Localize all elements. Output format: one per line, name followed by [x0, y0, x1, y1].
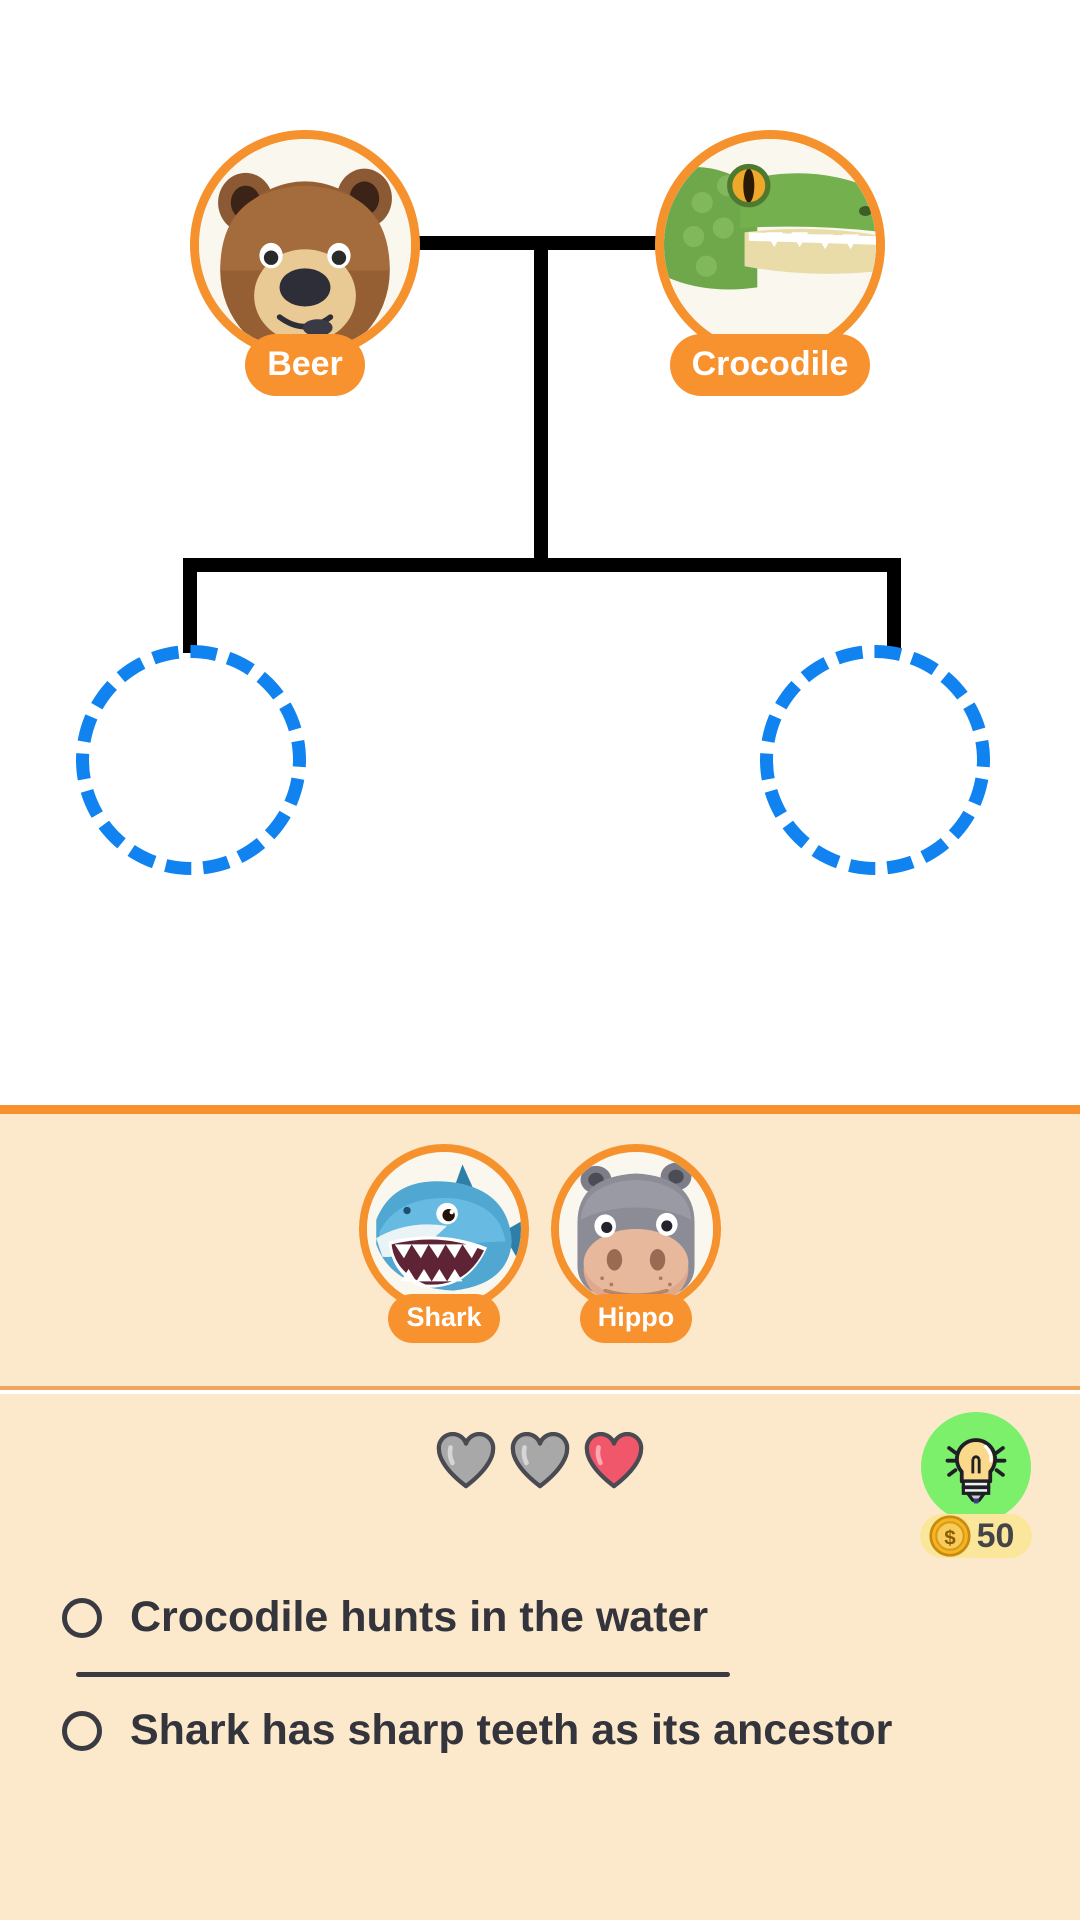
- empty-slot-left[interactable]: [76, 645, 306, 875]
- tree-node-parent-2[interactable]: Crocodile: [655, 130, 885, 396]
- svg-text:$: $: [944, 1526, 956, 1549]
- quiz-options: Crocodile hunts in the water Shark has s…: [0, 1564, 1080, 1785]
- heart-icon-empty: [436, 1432, 496, 1489]
- tree-node-label: Beer: [245, 334, 365, 396]
- quiz-option-label: Crocodile hunts in the water: [130, 1593, 709, 1642]
- radio-icon[interactable]: [62, 1598, 102, 1638]
- tree-node-parent-1[interactable]: Beer: [190, 130, 420, 396]
- tree-connector-lines: [183, 236, 901, 653]
- hint-cost-value: 50: [976, 1517, 1015, 1555]
- radio-icon[interactable]: [62, 1711, 102, 1751]
- bear-avatar: [190, 130, 420, 360]
- empty-slot-right[interactable]: [760, 645, 990, 875]
- coin-icon: $: [928, 1515, 971, 1557]
- shark-avatar: [359, 1144, 529, 1314]
- lightbulb-icon: [945, 1438, 1007, 1504]
- quiz-option-label: Shark has sharp teeth as its ancestor: [130, 1706, 893, 1755]
- heart-icon-full: [584, 1432, 644, 1489]
- status-row: $ 50: [0, 1394, 1080, 1564]
- tree-node-label: Crocodile: [669, 334, 871, 396]
- hint-cost: $ 50: [920, 1514, 1032, 1558]
- tray-card-label: Hippo: [579, 1294, 693, 1343]
- crocodile-avatar: [655, 130, 885, 360]
- bottom-panel: $ 50 Crocodile hunts in the water Shark …: [0, 1394, 1080, 1920]
- quiz-option-1[interactable]: Crocodile hunts in the water: [62, 1564, 1018, 1672]
- heart-icon-empty: [510, 1432, 570, 1489]
- tray-card-shark[interactable]: Shark: [359, 1144, 529, 1343]
- game-screen: Beer Crocodile Shark Hippo $ 50 Crocodil…: [0, 0, 1080, 1920]
- tray-card-label: Shark: [388, 1294, 500, 1343]
- hint-button[interactable]: [921, 1412, 1031, 1522]
- animal-choice-tray: Shark Hippo: [0, 1105, 1080, 1390]
- quiz-option-2[interactable]: Shark has sharp teeth as its ancestor: [62, 1677, 1018, 1785]
- hippo-avatar: [551, 1144, 721, 1314]
- hint-control[interactable]: $ 50: [916, 1412, 1036, 1558]
- evolution-tree-canvas: Beer Crocodile: [0, 0, 1080, 1105]
- tray-card-hippo[interactable]: Hippo: [551, 1144, 721, 1343]
